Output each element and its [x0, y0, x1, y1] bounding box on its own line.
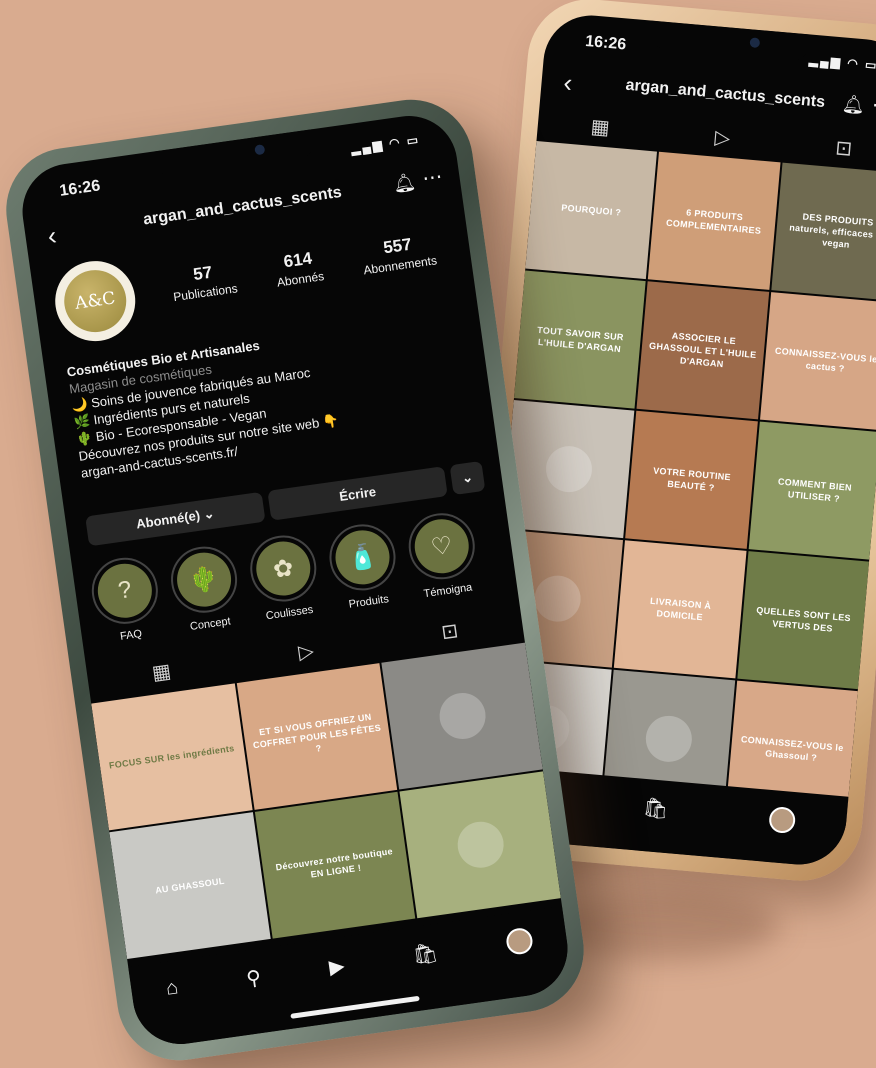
status-time: 16:26 — [584, 32, 627, 54]
post-tile[interactable]: LIVRAISON À DOMICILE — [614, 540, 747, 679]
post-caption: AU GHASSOUL — [154, 875, 226, 896]
highlight-label: Coulisses — [265, 603, 314, 623]
post-caption: COMMENT BIEN UTILISER ? — [777, 476, 853, 504]
post-grid: FOCUS SUR les ingrédients ET SI VOUS OFFR… — [91, 642, 561, 960]
phone-front: 16:26 ▂▄▆ ◠ ▭ ‹ argan_and_cactus_scents … — [0, 91, 592, 1068]
highlight-label: Concept — [189, 615, 232, 634]
tagged-tab-icon[interactable]: ⊡ — [834, 135, 853, 161]
post-caption: ET SI VOUS OFFRIEZ UN COFFRET POUR LES F… — [252, 711, 382, 754]
shop-icon[interactable]: 🛍︎ — [411, 940, 440, 968]
post-photo — [643, 713, 694, 764]
highlight-ring: ✿ — [246, 531, 321, 606]
highlight-label: FAQ — [119, 627, 143, 643]
highlight-ring: ♡ — [404, 508, 480, 584]
post-tile[interactable]: FOCUS SUR les ingrédients — [91, 683, 253, 831]
profile-avatar-icon[interactable] — [768, 805, 797, 835]
post-photo — [532, 573, 583, 624]
highlight-produits[interactable]: 🧴 Produits — [323, 520, 404, 613]
shop-icon[interactable]: 🛍︎ — [642, 795, 669, 822]
message-button[interactable]: Écrire — [267, 466, 448, 521]
profile-avatar[interactable]: A&C — [50, 255, 141, 347]
post-tile[interactable]: COMMENT BIEN UTILISER ? — [748, 421, 876, 560]
post-photo — [543, 444, 594, 495]
signal-wifi-battery-icon: ▂▄▆ ◠ ▭ — [350, 132, 421, 156]
more-icon[interactable]: ⋯ — [871, 92, 876, 119]
post-caption: CONNAISSEZ-VOUS le Ghassoul ? — [740, 734, 844, 763]
post-caption: ASSOCIER LE GHASSOUL ET L'HUILE D'ARGAN — [648, 330, 757, 370]
profile-stats: 57 Publications 614 Abonnés 557 Abonneme… — [150, 229, 458, 307]
post-tile[interactable] — [399, 771, 561, 919]
reels-tab-icon[interactable]: ▷ — [714, 124, 732, 150]
post-caption: FOCUS SUR les ingrédients — [108, 743, 236, 771]
post-tile[interactable]: DES PRODUITS naturels, efficaces et vega… — [771, 162, 876, 301]
post-tile[interactable]: Découvrez notre boutique EN LIGNE ! — [254, 791, 416, 939]
post-tile[interactable]: 6 PRODUITS COMPLEMENTAIRES — [648, 151, 781, 290]
highlight-label: Témoigna — [422, 581, 474, 601]
profile-bio: Cosmétiques Bio et Artisanales Magasin d… — [66, 309, 475, 482]
highlight-ring: ? — [87, 553, 163, 629]
highlight-faq[interactable]: ? FAQ — [86, 553, 167, 646]
cactus-icon: 🌵 — [173, 549, 235, 611]
reels-tab-icon[interactable]: ▷ — [297, 638, 316, 665]
signal-wifi-battery-icon: ▂▄▆ ◠ ▭ — [808, 52, 876, 73]
bottle-icon: 🧴 — [332, 526, 394, 588]
post-caption: QUELLES SONT LES VERTUS DES — [755, 605, 852, 634]
stat-followers[interactable]: 614 Abonnés — [273, 247, 325, 290]
flower-icon: ✿ — [252, 538, 314, 600]
post-tile[interactable]: AU GHASSOUL — [109, 812, 271, 960]
highlight-ring: 🧴 — [325, 520, 400, 595]
home-icon[interactable]: ⌂ — [165, 976, 180, 1000]
phone-front-screen: 16:26 ▂▄▆ ◠ ▭ ‹ argan_and_cactus_scents … — [16, 109, 574, 1051]
highlight-label: Produits — [347, 593, 390, 611]
brand-logo: A&C — [60, 266, 131, 337]
camera-icon — [254, 144, 266, 156]
highlight-temoignages[interactable]: ♡ Témoigna — [402, 508, 483, 602]
highlight-ring: 🌵 — [166, 542, 242, 617]
bell-icon[interactable]: 🔔︎ — [841, 94, 866, 117]
post-tile[interactable]: ASSOCIER LE GHASSOUL ET L'HUILE D'ARGAN — [636, 281, 769, 420]
post-caption: VOTRE ROUTINE BEAUTÉ ? — [652, 465, 732, 493]
post-tile[interactable]: CONNAISSEZ-VOUS le cactus ? — [759, 292, 876, 431]
post-caption: TOUT SAVOIR SUR L'HUILE D'ARGAN — [536, 324, 625, 355]
question-icon: ? — [94, 560, 156, 622]
highlight-concept[interactable]: 🌵 Concept — [165, 542, 246, 635]
grid-tab-icon[interactable]: ▦ — [590, 113, 611, 140]
stat-following[interactable]: 557 Abonnements — [359, 231, 438, 278]
more-icon[interactable]: ⋯ — [421, 164, 445, 192]
post-tile[interactable]: VOTRE ROUTINE BEAUTÉ ? — [625, 410, 758, 549]
heart-icon: ♡ — [411, 515, 473, 577]
search-icon[interactable]: ⚲ — [245, 965, 263, 992]
post-caption: 6 PRODUITS COMPLEMENTAIRES — [665, 207, 762, 236]
post-photo — [454, 818, 507, 871]
post-tile[interactable]: POURQUOI ? — [525, 141, 658, 280]
stat-posts[interactable]: 57 Publications — [169, 259, 238, 304]
post-tile[interactable]: TOUT SAVOIR SUR L'HUILE D'ARGAN — [513, 270, 646, 409]
reels-icon[interactable]: ▶︎ — [327, 953, 346, 980]
post-caption: POURQUOI ? — [560, 202, 622, 218]
bell-icon[interactable]: 🔔︎ — [392, 171, 418, 195]
grid-tab-icon[interactable]: ▦ — [150, 658, 173, 685]
post-tile[interactable]: QUELLES SONT LES VERTUS DES — [737, 551, 870, 690]
tagged-tab-icon[interactable]: ⊡ — [440, 617, 460, 644]
post-caption: Découvrez notre boutique EN LIGNE ! — [275, 846, 394, 880]
suggest-chevron-button[interactable]: ⌄ — [449, 460, 486, 496]
status-time: 16:26 — [58, 177, 102, 200]
post-photo — [436, 690, 489, 743]
post-caption: CONNAISSEZ-VOUS le cactus ? — [774, 345, 876, 374]
post-tile[interactable]: ET SI VOUS OFFRIEZ UN COFFRET POUR LES F… — [236, 663, 398, 810]
camera-icon — [749, 37, 761, 49]
profile-avatar-icon[interactable] — [504, 926, 534, 957]
highlight-coulisses[interactable]: ✿ Coulisses — [244, 531, 325, 624]
post-tile[interactable] — [381, 642, 543, 790]
following-button[interactable]: Abonné(e) ⌄ — [85, 491, 266, 547]
post-caption: DES PRODUITS naturels, efficaces et vega… — [788, 211, 876, 250]
post-caption: LIVRAISON À DOMICILE — [649, 595, 712, 623]
